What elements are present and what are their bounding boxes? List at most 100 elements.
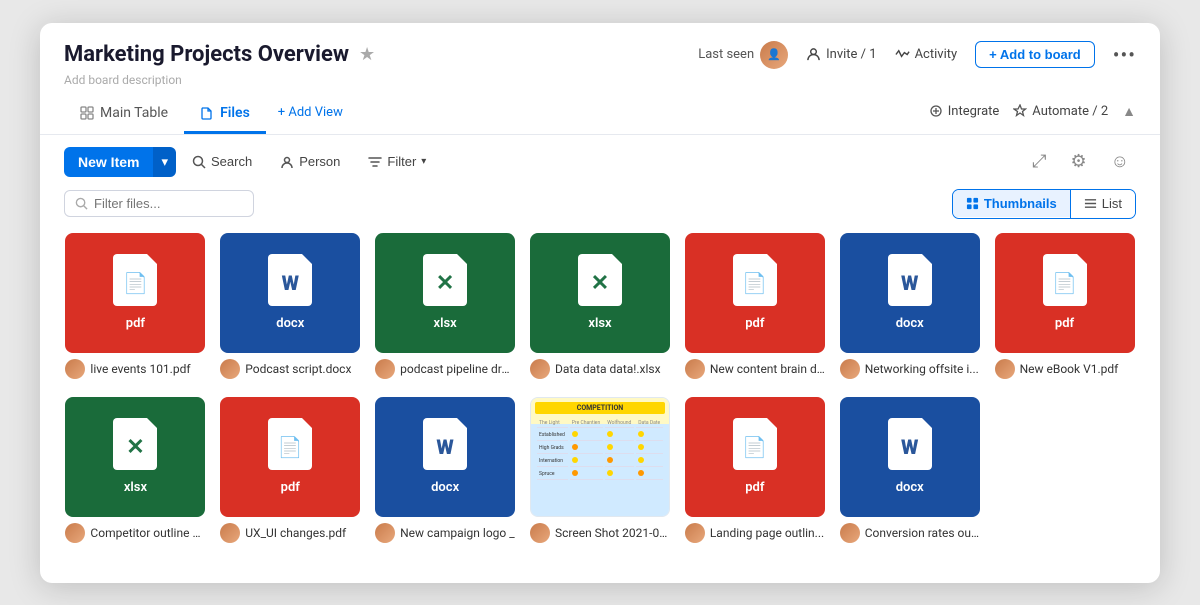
activity-action[interactable]: Activity <box>895 47 958 62</box>
excel-icon-3: ✕ <box>436 271 454 296</box>
filter-files-input[interactable] <box>94 196 224 211</box>
search-button[interactable]: Search <box>180 148 264 175</box>
smiley-icon[interactable]: ☺ <box>1104 147 1136 176</box>
file-meta-13: Conversion rates out... <box>840 523 980 543</box>
file-item-4[interactable]: ✕ xlsx Data data data!.xlsx <box>529 233 672 379</box>
expand-icon[interactable]: ⤢ <box>1025 147 1053 176</box>
file-ext-3: xlsx <box>434 316 457 331</box>
file-item-6[interactable]: W docx Networking offsite i... <box>838 233 981 379</box>
file-meta-10: New campaign logo _ <box>375 523 515 543</box>
file-name-6: Networking offsite i... <box>865 362 980 376</box>
files-icon <box>200 106 214 120</box>
file-meta-9: UX_UI changes.pdf <box>220 523 360 543</box>
list-view-button[interactable]: List <box>1071 190 1135 217</box>
file-ext-10: docx <box>431 480 459 495</box>
file-name-10: New campaign logo _ <box>400 526 515 540</box>
file-item-5[interactable]: 📄 pdf New content brain d... <box>683 233 826 379</box>
file-name-1: live events 101.pdf <box>90 362 205 376</box>
file-avatar-12 <box>685 523 705 543</box>
word-icon-6: W <box>901 271 918 295</box>
collapse-icon[interactable]: ▲ <box>1122 103 1136 120</box>
table-icon <box>80 106 94 120</box>
file-avatar-5 <box>685 359 705 379</box>
file-thumb-6: W docx <box>840 233 980 353</box>
pdf-icon-5: 📄 <box>742 271 767 295</box>
invite-action[interactable]: Invite / 1 <box>806 47 876 62</box>
thumbnails-label: Thumbnails <box>984 196 1057 211</box>
file-item-7[interactable]: 📄 pdf New eBook V1.pdf <box>993 233 1136 379</box>
file-item-3[interactable]: ✕ xlsx podcast pipeline dra... <box>374 233 517 379</box>
file-item-13[interactable]: W docx Conversion rates out... <box>838 397 981 543</box>
add-to-board-button[interactable]: + Add to board <box>975 41 1095 68</box>
filter-input-wrapper[interactable] <box>64 190 254 217</box>
pdf-icon-12: 📄 <box>742 435 767 459</box>
star-icon[interactable]: ★ <box>359 44 375 65</box>
file-avatar-11 <box>530 523 550 543</box>
file-doc-icon-5: 📄 <box>733 254 777 306</box>
filter-icon <box>368 155 382 169</box>
tabs-left: Main Table Files + Add View <box>64 97 355 134</box>
board-description[interactable]: Add board description <box>64 73 1136 87</box>
tab-main-table-label: Main Table <box>100 105 168 121</box>
new-item-caret-button[interactable]: ▾ <box>153 147 176 177</box>
automate-action[interactable]: Automate / 2 <box>1013 104 1108 119</box>
tab-main-table[interactable]: Main Table <box>64 97 184 134</box>
file-meta-5: New content brain d... <box>685 359 825 379</box>
file-ext-13: docx <box>896 480 924 495</box>
file-avatar-7 <box>995 359 1015 379</box>
more-button[interactable]: ••• <box>1113 43 1136 67</box>
tabs-row: Main Table Files + Add View Integrate Au… <box>64 97 1136 134</box>
file-doc-icon-3: ✕ <box>423 254 467 306</box>
file-meta-2: Podcast script.docx <box>220 359 360 379</box>
file-avatar-10 <box>375 523 395 543</box>
file-item-10[interactable]: W docx New campaign logo _ <box>374 397 517 543</box>
file-item-12[interactable]: 📄 pdf Landing page outlin... <box>683 397 826 543</box>
file-doc-icon-4: ✕ <box>578 254 622 306</box>
settings-icon[interactable]: ⚙ <box>1063 147 1093 176</box>
file-item-1[interactable]: 📄 pdf live events 101.pdf <box>64 233 207 379</box>
files-grid: 📄 pdf live events 101.pdf W docx Podcast… <box>40 233 1160 563</box>
file-ext-4: xlsx <box>588 316 611 331</box>
activity-icon <box>895 47 910 62</box>
file-meta-3: podcast pipeline dra... <box>375 359 515 379</box>
header-right: Last seen 👤 Invite / 1 Activity + Add to… <box>698 41 1136 69</box>
filter-search-icon <box>75 197 88 210</box>
invite-label: Invite / 1 <box>826 47 876 62</box>
file-item-11[interactable]: COMPETITION The LightPre ChantienWolfhou… <box>529 397 672 543</box>
filter-input-row: Thumbnails List <box>40 189 1160 233</box>
file-item-9[interactable]: 📄 pdf UX_UI changes.pdf <box>219 397 362 543</box>
file-name-2: Podcast script.docx <box>245 362 360 376</box>
file-avatar-9 <box>220 523 240 543</box>
integrate-action[interactable]: Integrate <box>929 104 1000 119</box>
pdf-icon-7: 📄 <box>1052 271 1077 295</box>
file-ext-1: pdf <box>126 316 145 331</box>
tab-files[interactable]: Files <box>184 97 266 134</box>
file-doc-icon-2: W <box>268 254 312 306</box>
tabs-right: Integrate Automate / 2 ▲ <box>929 103 1136 128</box>
search-icon <box>192 155 206 169</box>
file-avatar-6 <box>840 359 860 379</box>
tab-add-view[interactable]: + Add View <box>266 97 355 133</box>
file-doc-icon-12: 📄 <box>733 418 777 470</box>
new-item-main-button[interactable]: New Item <box>64 147 153 177</box>
person-button[interactable]: Person <box>268 148 352 175</box>
file-ext-8: xlsx <box>124 480 147 495</box>
file-ext-5: pdf <box>745 316 764 331</box>
thumbnails-view-button[interactable]: Thumbnails <box>953 190 1070 217</box>
list-label: List <box>1102 196 1122 211</box>
file-thumb-8: ✕ xlsx <box>65 397 205 517</box>
file-item-8[interactable]: ✕ xlsx Competitor outline d... <box>64 397 207 543</box>
new-item-button[interactable]: New Item ▾ <box>64 147 176 177</box>
activity-label: Activity <box>915 47 958 62</box>
file-avatar-8 <box>65 523 85 543</box>
screenshot-header: COMPETITION <box>535 402 665 414</box>
file-name-9: UX_UI changes.pdf <box>245 526 360 540</box>
person-label: Person <box>299 154 340 169</box>
file-avatar-2 <box>220 359 240 379</box>
file-avatar-13 <box>840 523 860 543</box>
file-thumb-5: 📄 pdf <box>685 233 825 353</box>
file-ext-12: pdf <box>745 480 764 495</box>
file-ext-7: pdf <box>1055 316 1074 331</box>
filter-button[interactable]: Filter ▾ <box>356 148 438 175</box>
file-item-2[interactable]: W docx Podcast script.docx <box>219 233 362 379</box>
